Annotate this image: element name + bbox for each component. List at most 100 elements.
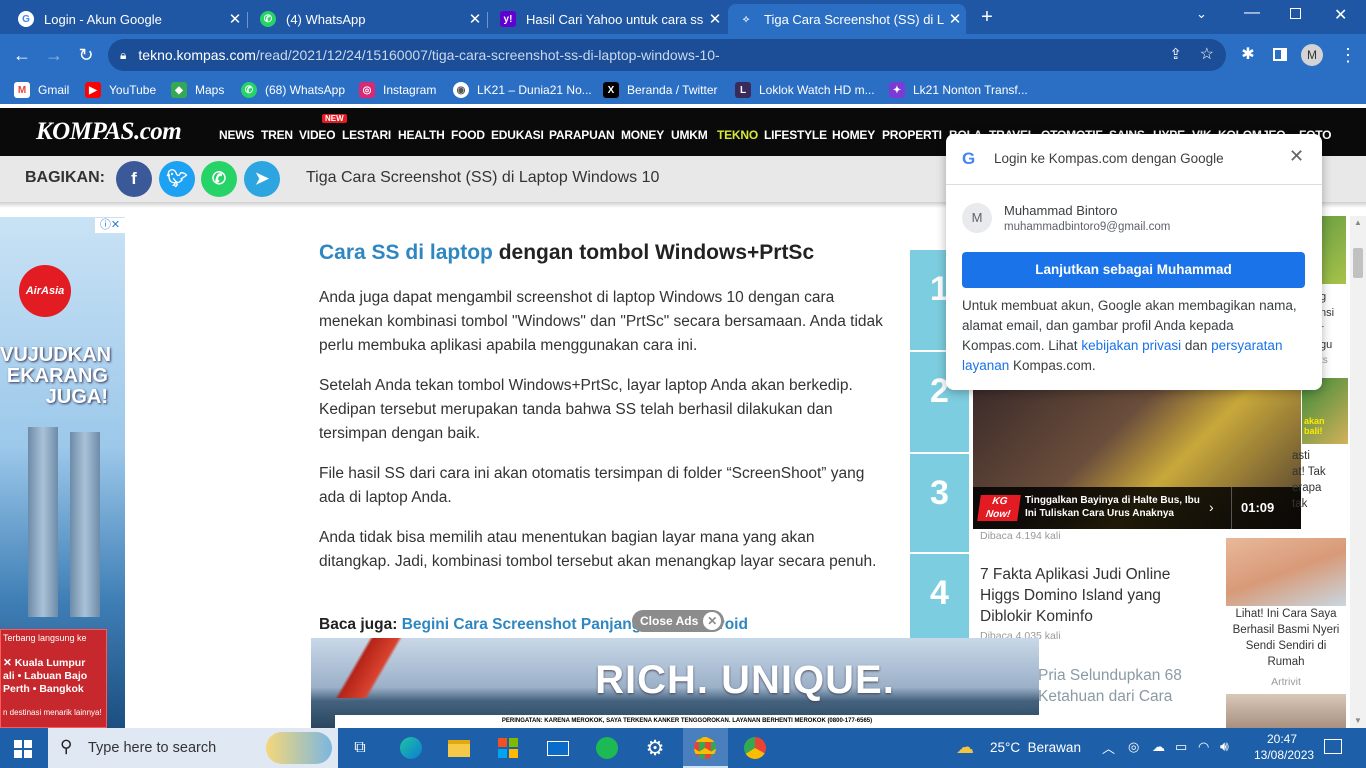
gmail-icon: M <box>14 82 30 98</box>
nav-item-properti[interactable]: PROPERTI <box>882 128 942 142</box>
restore-icon[interactable] <box>1290 8 1301 19</box>
nav-item-money[interactable]: MONEY <box>621 128 664 142</box>
weather-text[interactable]: 25°C Berawan <box>990 740 1081 755</box>
notifications-icon[interactable] <box>1324 739 1342 754</box>
page-scrollbar[interactable]: ▲ ▼ <box>1350 216 1366 728</box>
popup-close-icon[interactable]: ✕ <box>1289 146 1304 167</box>
whatsapp-share-button[interactable]: ✆ <box>201 161 237 197</box>
close-ads-button[interactable]: Close Ads ✕ <box>632 610 725 632</box>
chrome-taskbar-active[interactable] <box>683 728 728 768</box>
left-ad-banner[interactable]: ⓘ✕ AirAsia VUJUDKAN EKARANG JUGA! Terban… <box>0 217 125 728</box>
tab-google-login[interactable]: G Login - Akun Google ✕ <box>8 4 246 34</box>
spotify-icon[interactable] <box>593 734 621 762</box>
close-tab-icon[interactable]: ✕ <box>464 10 486 28</box>
facebook-share-button[interactable]: f <box>116 161 152 197</box>
mail-icon[interactable] <box>544 734 572 762</box>
nav-item-lestari[interactable]: LESTARI <box>342 128 391 142</box>
nav-item-parapuan[interactable]: PARAPUAN <box>549 128 615 142</box>
kompas-logo[interactable]: KOMPAS.com <box>36 118 182 146</box>
floating-video-player[interactable]: KG Now! Tinggalkan Bayinya di Halte Bus,… <box>973 384 1301 529</box>
bookmark-whatsapp[interactable]: ✆ (68) WhatsApp <box>241 80 345 100</box>
close-tab-icon[interactable]: ✕ <box>944 10 966 28</box>
loklok-icon: L <box>735 82 751 98</box>
sidebar-ad-caption[interactable]: Lihat! Ini Cara Saya Berhasil Basmi Nyer… <box>1226 606 1346 670</box>
reload-icon[interactable]: ↻ <box>74 43 98 67</box>
nav-item-news[interactable]: NEWS <box>219 128 254 142</box>
edge-icon[interactable] <box>397 734 425 762</box>
sidebar-text-fragment: asti at! Tak erapa tak <box>1292 450 1326 510</box>
windows-start-icon[interactable] <box>14 740 32 758</box>
privacy-policy-link[interactable]: kebijakan privasi <box>1081 338 1181 353</box>
chevron-right-icon[interactable]: › <box>1209 499 1214 515</box>
youtube-icon: ▶ <box>85 82 101 98</box>
volume-icon[interactable]: 🔊︎ <box>1220 738 1229 755</box>
nav-item-edukasi[interactable]: EDUKASI <box>491 128 544 142</box>
bookmark-label: YouTube <box>109 83 157 97</box>
close-tab-icon[interactable]: ✕ <box>224 10 246 28</box>
onedrive-icon[interactable]: ☁ <box>1152 739 1165 755</box>
address-bar[interactable]: 🔒︎ tekno.kompas.com/read/2021/12/24/1516… <box>108 39 1226 71</box>
tab-search-icon[interactable]: ⌄ <box>1196 6 1207 22</box>
subheading-link[interactable]: Cara SS di laptop <box>319 241 493 264</box>
nav-item-tekno[interactable]: TEKNO <box>717 128 758 142</box>
bookmark-lk21-transformers[interactable]: ✦ Lk21 Nonton Transf... <box>889 80 1028 100</box>
telegram-share-button[interactable]: ➤ <box>244 161 280 197</box>
bookmark-instagram[interactable]: ◎ Instagram <box>359 80 436 100</box>
ad-routes-panel: Terbang langsung ke ✕ Kuala Lumpur ali •… <box>0 629 107 728</box>
share-page-icon[interactable]: ⇪ <box>1169 45 1182 63</box>
menu-icon[interactable]: ⋮ <box>1336 43 1360 67</box>
close-icon[interactable]: ✕ <box>703 612 722 630</box>
nav-item-umkm[interactable]: UMKM <box>671 128 708 142</box>
wifi-icon[interactable]: ◠ <box>1198 739 1209 755</box>
taskbar-search-box[interactable]: ⚲ Type here to search <box>48 728 338 768</box>
scrollbar-thumb[interactable] <box>1353 248 1363 278</box>
nav-item-food[interactable]: FOOD <box>451 128 485 142</box>
popular-item-title-partial[interactable]: Pria Selundupkan 68 Ketahuan dari Cara <box>1038 665 1198 707</box>
sidebar-thumbnail-joint-pain[interactable] <box>1226 538 1346 606</box>
new-tab-button[interactable]: + <box>976 6 998 28</box>
continue-as-button[interactable]: Lanjutkan sebagai Muhammad <box>962 252 1305 288</box>
close-tab-icon[interactable]: ✕ <box>704 10 726 28</box>
popular-item-title[interactable]: 7 Fakta Aplikasi Judi Online Higgs Domin… <box>980 564 1180 627</box>
chrome-profile-icon[interactable] <box>741 734 769 762</box>
window-close-icon[interactable]: ✕ <box>1334 5 1347 25</box>
profile-avatar[interactable]: M <box>1301 44 1323 66</box>
bookmark-star-icon[interactable]: ☆ <box>1200 44 1214 64</box>
ad-choices-icon[interactable]: ⓘ✕ <box>95 218 125 233</box>
bookmark-label: Maps <box>195 83 225 97</box>
settings-gear-icon[interactable]: ⚙ <box>641 734 669 762</box>
microsoft-store-icon[interactable] <box>494 734 522 762</box>
battery-icon[interactable]: ▭ <box>1175 739 1187 755</box>
nav-item-video[interactable]: VIDEO <box>299 128 336 142</box>
clock[interactable]: 20:47 13/08/2023 <box>1254 731 1314 763</box>
bookmark-lk21[interactable]: ◉ LK21 – Dunia21 No... <box>453 80 592 100</box>
scroll-down-icon[interactable]: ▼ <box>1354 716 1362 725</box>
bottom-ad-banner[interactable]: RICH. UNIQUE. PERINGATAN: KARENA MEROKOK… <box>311 638 1039 728</box>
meet-now-icon[interactable]: ◎ <box>1128 739 1139 755</box>
bookmark-maps[interactable]: ◆ Maps <box>171 80 224 100</box>
minimize-icon[interactable]: — <box>1244 4 1260 24</box>
bookmark-loklok[interactable]: L Loklok Watch HD m... <box>735 80 875 100</box>
task-view-icon[interactable]: ⧉ <box>346 734 374 762</box>
bookmark-twitter[interactable]: X Beranda / Twitter <box>603 80 718 100</box>
tab-whatsapp[interactable]: ✆ (4) WhatsApp ✕ <box>250 4 486 34</box>
side-panel-icon[interactable] <box>1273 48 1287 61</box>
twitter-share-button[interactable]: 🐦︎ <box>159 161 195 197</box>
sidebar-thumbnail[interactable] <box>1226 694 1346 728</box>
nav-item-tren[interactable]: TREN <box>261 128 293 142</box>
tab-kompas-active[interactable]: ⟡ Tiga Cara Screenshot (SS) di Lapt ✕ <box>728 4 966 34</box>
forward-icon[interactable]: → <box>42 43 66 67</box>
tab-yahoo[interactable]: y! Hasil Cari Yahoo untuk cara ss di ✕ <box>490 4 726 34</box>
scroll-up-icon[interactable]: ▲ <box>1354 218 1362 227</box>
chevron-up-icon[interactable]: ︿ <box>1102 738 1115 757</box>
nav-item-lifestyle[interactable]: LIFESTYLE <box>764 128 827 142</box>
bookmark-gmail[interactable]: M Gmail <box>14 80 69 100</box>
weather-icon[interactable]: ☁ <box>956 737 974 758</box>
bookmark-youtube[interactable]: ▶ YouTube <box>85 80 156 100</box>
extensions-icon[interactable]: ✱ <box>1236 43 1260 67</box>
file-explorer-icon[interactable] <box>445 734 473 762</box>
url-host: tekno.kompas.com <box>138 47 256 63</box>
back-icon[interactable]: ← <box>10 43 34 67</box>
nav-item-homey[interactable]: HOMEY <box>832 128 875 142</box>
nav-item-health[interactable]: HEALTH <box>398 128 445 142</box>
